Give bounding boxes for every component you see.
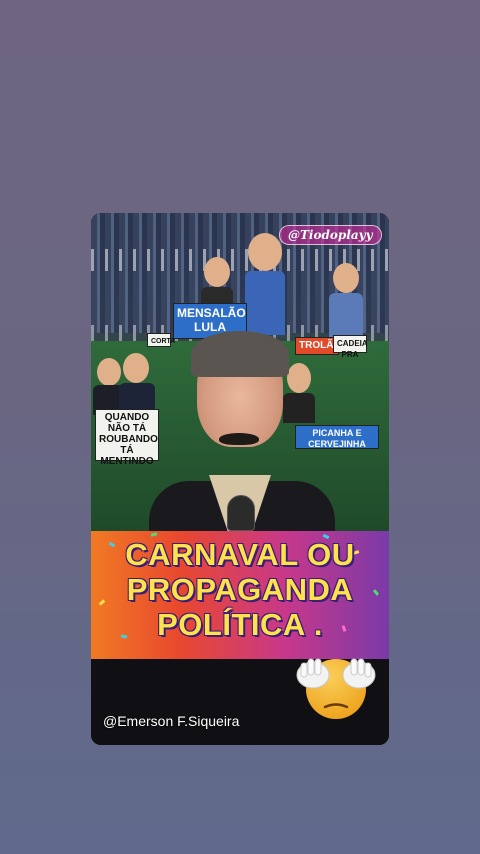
presenter-mustache: [219, 433, 259, 445]
face-palm-emoji-icon: [296, 658, 376, 719]
creator-credit: @Emerson F.Siqueira: [103, 713, 240, 729]
channel-watermark: @Tiodoplayy: [279, 225, 382, 245]
title-line-1: CARNAVAL OU: [125, 537, 355, 572]
video-card[interactable]: MENSALÃO LULA TROLÃO CADEIA PRA QUANDO N…: [91, 213, 389, 745]
microphone-icon: [227, 495, 255, 531]
video-title: CARNAVAL OU PROPAGANDA POLÍTICA .: [91, 537, 389, 642]
sign-picanha: PICANHA E CERVEJINHA: [295, 425, 379, 449]
title-line-2: PROPAGANDA: [126, 572, 354, 607]
title-banner: CARNAVAL OU PROPAGANDA POLÍTICA .: [91, 531, 389, 659]
video-frame: MENSALÃO LULA TROLÃO CADEIA PRA QUANDO N…: [91, 213, 389, 531]
sign-corta: CORTA: [147, 333, 175, 347]
title-line-3: POLÍTICA .: [157, 607, 323, 642]
sign-quando: QUANDO NÃO TÁ ROUBANDO TÁ MENTINDO: [95, 409, 159, 467]
presenter-hair: [191, 331, 289, 377]
sign-cadeia: CADEIA PRA: [333, 335, 368, 359]
